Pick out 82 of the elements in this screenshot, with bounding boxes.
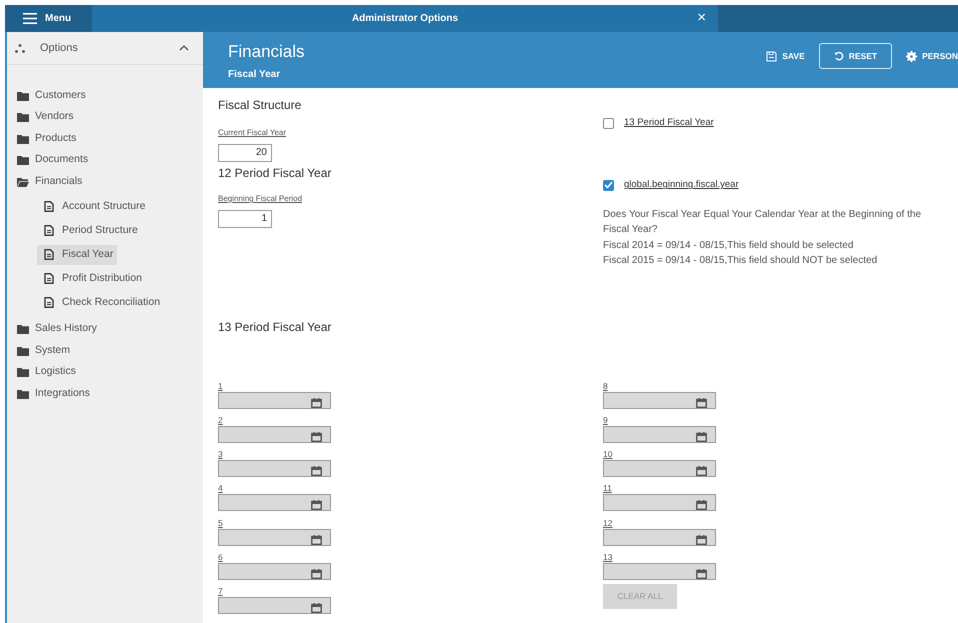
section-title: Fiscal Structure <box>218 97 302 114</box>
folder-icon <box>17 388 29 399</box>
calendar-icon <box>311 568 322 579</box>
folder-icon <box>17 90 29 101</box>
field-label: 12 <box>603 518 612 529</box>
calendar-icon <box>696 534 707 545</box>
description-text: Fiscal 2014 = 09/14 - 08/15,This field should be selected <box>603 238 854 252</box>
page-title: Financials <box>228 42 305 62</box>
sidebar-item[interactable]: Check Reconciliation <box>37 292 183 312</box>
checkbox-label: global.beginning.fiscal.year <box>624 178 739 192</box>
section-title: 12 Period Fiscal Year <box>218 165 332 182</box>
description-text: Does Your Fiscal Year Equal Your Calendar Year at the Beginning of the <box>603 208 922 222</box>
folder-icon <box>17 134 29 144</box>
document-icon <box>44 225 54 236</box>
open-folder-icon <box>17 176 29 187</box>
document-icon <box>44 273 54 284</box>
document-icon <box>44 297 54 308</box>
checkbox-label: 13 Period Fiscal Year <box>624 116 714 130</box>
gear-icon <box>906 50 918 62</box>
document-icon <box>44 249 54 260</box>
close-button[interactable]: × <box>697 9 706 27</box>
field-label: 11 <box>603 483 612 494</box>
field-label: 9 <box>603 414 608 426</box>
field-label: 6 <box>218 552 223 563</box>
calendar-icon <box>311 466 322 476</box>
current-fiscal-year-field[interactable]: 20 <box>218 144 272 162</box>
calendar-icon <box>696 466 707 476</box>
calendar-icon <box>311 603 322 614</box>
calendar-icon <box>696 500 707 510</box>
folder-icon <box>17 155 29 166</box>
personalize-button[interactable]: PERSON <box>906 43 958 69</box>
sidebar-item[interactable]: Account Structure <box>37 196 183 216</box>
sidebar-item[interactable]: Profit Distribution <box>37 268 183 288</box>
field-label: 5 <box>218 518 223 529</box>
field-label: 10 <box>603 449 612 460</box>
folder-item[interactable]: Vendors <box>7 106 203 128</box>
calendar-icon <box>311 432 322 442</box>
field-label: 7 <box>218 586 223 598</box>
folder-icon <box>17 324 29 334</box>
folder-item[interactable]: Logistics <box>7 362 203 383</box>
calendar-icon <box>696 568 707 579</box>
calendar-icon <box>311 534 322 545</box>
folder-item[interactable]: System <box>7 340 203 362</box>
field-label: 2 <box>218 414 223 426</box>
calendar-icon <box>311 500 322 510</box>
field-label: 13 <box>603 552 612 563</box>
checkbox[interactable] <box>603 118 614 129</box>
menu-icon <box>23 13 37 24</box>
folder-item[interactable]: Documents <box>7 150 203 171</box>
field-label: 3 <box>218 449 223 460</box>
field-label: Current Fiscal Year <box>218 127 288 139</box>
calendar-icon <box>696 432 707 442</box>
folder-item[interactable]: Customers <box>7 85 203 106</box>
beginning-fiscal-period-field[interactable]: 1 <box>218 210 272 228</box>
undo-icon <box>834 51 844 61</box>
field-label: Beginning Fiscal Period <box>218 193 304 205</box>
window-title: Administrator Options <box>352 12 458 26</box>
calendar-icon <box>696 398 707 408</box>
field-label: 1 <box>218 380 223 392</box>
sidebar-item[interactable]: Period Structure <box>37 220 183 240</box>
description-text: Fiscal 2015 = 09/14 - 08/15,This field should NOT be selected <box>603 254 878 268</box>
folder-icon <box>17 112 29 122</box>
save-button[interactable]: SAVE <box>766 43 805 69</box>
folder-icon <box>17 367 29 378</box>
folder-item[interactable]: Integrations <box>7 383 203 404</box>
checkbox[interactable] <box>603 180 614 191</box>
calendar-icon <box>311 398 322 408</box>
sidebar-item[interactable]: Fiscal Year <box>37 244 118 264</box>
reset-button[interactable]: RESET <box>818 43 892 69</box>
dots-icon <box>15 44 25 52</box>
field-label: 8 <box>603 380 608 392</box>
folder-item[interactable]: Financials <box>7 171 203 192</box>
page-subtitle: Fiscal Year <box>228 68 282 82</box>
field-label: 4 <box>218 483 223 494</box>
folder-item[interactable]: Products <box>7 128 203 150</box>
menu-button[interactable]: Menu <box>5 5 92 32</box>
document-icon <box>44 201 54 212</box>
folder-icon <box>17 346 29 356</box>
folder-item[interactable]: Sales History <box>7 318 203 340</box>
description-text: Fiscal Year? <box>603 223 658 237</box>
save-icon <box>766 50 778 62</box>
section-title: 13 Period Fiscal Year <box>218 318 332 336</box>
